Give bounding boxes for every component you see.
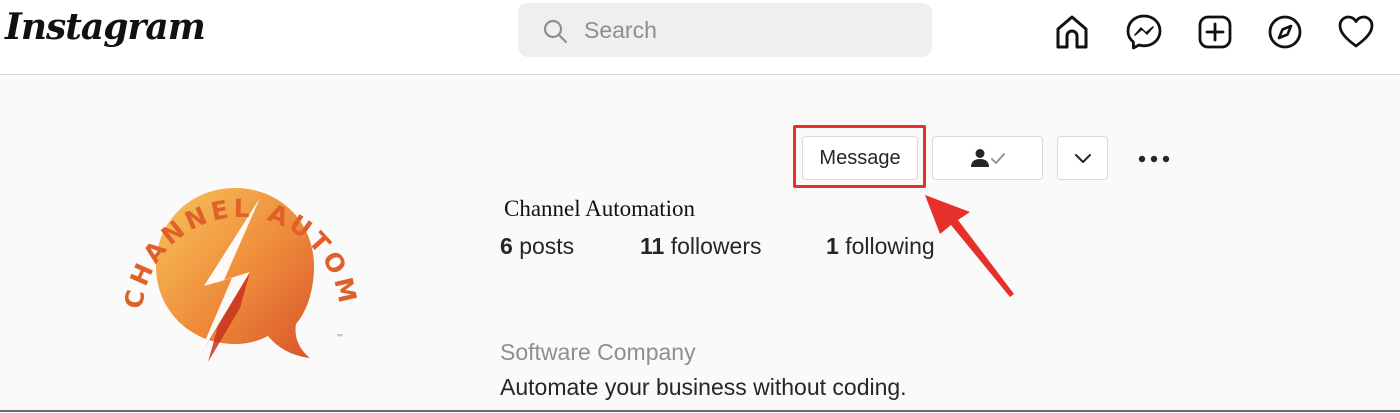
annotation-arrow [925,195,1014,297]
profile-username: Channel Automation [504,196,696,221]
top-navigation-bar: Instagram [0,0,1400,75]
profile-avatar[interactable]: CHANNEL AUTOMATION ™ [100,126,370,366]
profile-bio: Automate your business without coding. [500,374,907,400]
following-count: 1 [826,233,839,259]
more-options-icon[interactable] [1134,144,1174,174]
search-box[interactable] [518,3,932,57]
explore-icon[interactable] [1263,10,1307,54]
trademark-symbol: ™ [336,333,344,342]
posts-label: posts [519,233,575,259]
new-post-icon[interactable] [1193,10,1237,54]
search-input[interactable] [584,15,904,45]
following-button[interactable] [932,136,1043,180]
followers-stat[interactable]: 11 followers [640,233,761,260]
activity-heart-icon[interactable] [1334,10,1378,54]
home-icon[interactable] [1050,10,1094,54]
following-label: following [845,233,935,259]
followers-label: followers [670,233,762,259]
profile-section: CHANNEL AUTOMATION ™ Message Channel [0,76,1400,413]
posts-stat[interactable]: 6 posts [500,233,574,260]
message-button[interactable]: Message [802,136,918,180]
following-stat[interactable]: 1 following [826,233,935,260]
instagram-logo[interactable]: Instagram [5,6,206,48]
person-check-icon [970,149,1005,167]
suggested-accounts-dropdown[interactable] [1057,136,1108,180]
profile-category: Software Company [500,339,696,365]
posts-count: 6 [500,233,513,259]
bottom-divider [0,410,1400,412]
followers-count: 11 [640,233,665,259]
chevron-down-icon [1074,154,1091,163]
messenger-icon[interactable] [1122,10,1166,54]
search-icon [543,19,568,44]
